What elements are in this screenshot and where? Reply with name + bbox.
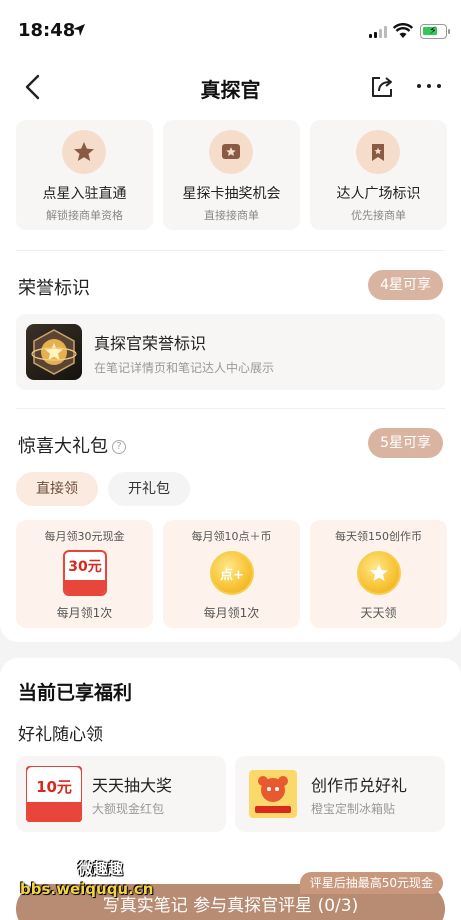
- perk-subtitle: 解锁接商单资格: [46, 209, 123, 222]
- perk-item[interactable]: 点星入驻直通 解锁接商单资格: [16, 120, 153, 230]
- gift-level-badge: 5星可享: [368, 428, 443, 458]
- points-coin-label: 点+: [210, 551, 254, 595]
- points-coin-icon: 点+: [209, 550, 255, 596]
- gift-frequency: 每月领1次: [56, 606, 113, 620]
- cash-amount: 30元: [68, 559, 102, 575]
- honor-item[interactable]: 真探官荣誉标识 在笔记详情页和笔记达人中心展示: [16, 314, 445, 390]
- watermark-title: 微趣趣: [78, 860, 124, 878]
- divider: [16, 250, 445, 251]
- bookmark-icon: [356, 130, 400, 174]
- perk-subtitle: 优先接商单: [351, 209, 406, 222]
- honor-level-badge: 4星可享: [368, 270, 443, 300]
- watermark-url: bbs.weiququ.cn: [20, 880, 154, 898]
- gift-frequency: 每月领1次: [203, 606, 260, 620]
- benefit-item[interactable]: 10元 天天抽大奖 大额现金红包: [16, 756, 226, 832]
- location-arrow-icon: [73, 24, 85, 36]
- gift-section-title: 惊喜大礼包?: [18, 432, 126, 458]
- gift-section-label: 惊喜大礼包: [18, 436, 108, 457]
- benefits-card: 点星入驻直通 解锁接商单资格 星探卡抽奖机会 直接接商单 达人广场标识 优先接商…: [0, 110, 461, 642]
- current-benefits-title: 当前已享福利: [18, 682, 133, 704]
- benefit-title: 创作币兑好礼: [311, 776, 408, 795]
- gift-title: 每天领150创作币: [335, 530, 422, 543]
- honor-badge-icon: [26, 324, 82, 380]
- perk-list: 点星入驻直通 解锁接商单资格 星探卡抽奖机会 直接接商单 达人广场标识 优先接商…: [16, 120, 447, 230]
- benefit-item[interactable]: 创作币兑好礼 橙宝定制冰箱贴: [235, 756, 445, 832]
- benefit-subtitle: 橙宝定制冰箱贴: [311, 802, 396, 816]
- gift-item[interactable]: 每月领30元现金 30元 每月领1次: [16, 520, 153, 628]
- gift-list: 每月领30元现金 30元 每月领1次 每月领10点＋币 点+ 每月领1次 每天领…: [16, 520, 447, 628]
- card-icon: [209, 130, 253, 174]
- status-bar: 18:48 ⚡: [0, 0, 461, 56]
- perk-title: 达人广场标识: [336, 186, 421, 202]
- more-options-icon[interactable]: [417, 84, 441, 88]
- nav-bar: 真探官: [0, 56, 461, 118]
- honor-section-title: 荣誉标识: [18, 278, 90, 299]
- cash-envelope-icon: 30元: [62, 550, 108, 596]
- honor-item-subtitle: 在笔记详情页和笔记达人中心展示: [94, 361, 275, 375]
- battery-icon: ⚡: [420, 24, 450, 39]
- gift-item[interactable]: 每月领10点＋币 点+ 每月领1次: [163, 520, 300, 628]
- cta-tip-badge: 评星后抽最高50元现金: [299, 872, 443, 894]
- tab-open-gift[interactable]: 开礼包: [108, 472, 190, 506]
- creator-coin-icon: [356, 550, 402, 596]
- perk-item[interactable]: 星探卡抽奖机会 直接接商单: [163, 120, 300, 230]
- perk-subtitle: 直接接商单: [204, 209, 259, 222]
- tab-direct-claim[interactable]: 直接领: [16, 472, 98, 506]
- gift-title: 每月领10点＋币: [191, 530, 272, 543]
- perk-item[interactable]: 达人广场标识 优先接商单: [310, 120, 447, 230]
- divider: [16, 408, 445, 409]
- status-time: 18:48: [18, 20, 76, 41]
- gift-title: 每月领30元现金: [44, 530, 125, 543]
- perk-title: 点星入驻直通: [42, 186, 127, 202]
- help-icon[interactable]: ?: [112, 440, 126, 454]
- gift-item[interactable]: 每天领150创作币 天天领: [310, 520, 447, 628]
- current-benefits-subtitle: 好礼随心领: [18, 725, 103, 745]
- share-icon[interactable]: [369, 74, 395, 100]
- benefit-subtitle: 大额现金红包: [92, 802, 165, 816]
- benefit-title: 天天抽大奖: [92, 776, 173, 795]
- cellular-signal-icon: [369, 26, 387, 38]
- star-icon: [62, 130, 106, 174]
- wifi-icon: [393, 23, 413, 38]
- red-envelope-amount: 10元: [36, 778, 72, 796]
- honor-item-title: 真探官荣誉标识: [94, 334, 207, 353]
- mascot-magnet-icon: [245, 766, 301, 822]
- red-envelope-icon: 10元: [25, 765, 83, 823]
- perk-title: 星探卡抽奖机会: [182, 186, 281, 202]
- gift-frequency: 天天领: [360, 606, 397, 620]
